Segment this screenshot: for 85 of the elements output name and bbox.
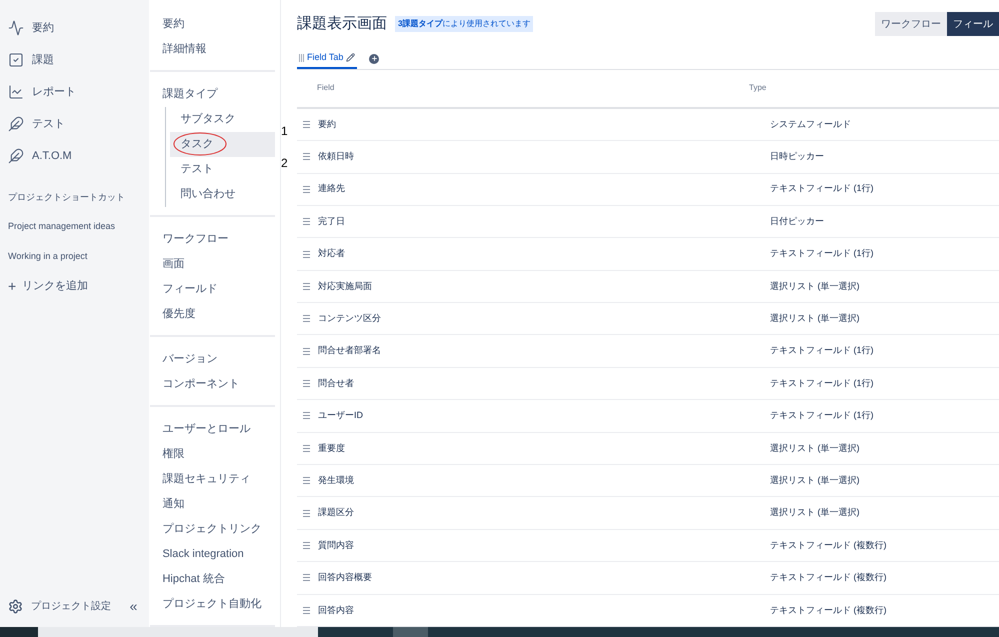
field-type: システムフィールド <box>770 118 851 131</box>
grip-icon <box>299 54 304 62</box>
sidebar-item[interactable]: テスト <box>0 108 150 140</box>
settings-icon <box>8 599 23 614</box>
sidebar-item[interactable]: 要約 <box>0 12 150 44</box>
nav-item[interactable]: テスト <box>170 157 275 182</box>
nav-item[interactable]: 権限 <box>150 442 275 467</box>
nav-item[interactable]: 要約 <box>150 12 275 37</box>
sidebar-item[interactable]: レポート <box>0 76 150 108</box>
add-link-label: リンクを追加 <box>22 278 88 294</box>
nav-item[interactable]: サブタスク <box>170 107 275 132</box>
nav-item[interactable]: 優先度 <box>150 302 275 327</box>
nav-item[interactable]: バージョン <box>150 347 275 372</box>
checkbox-icon <box>8 52 24 68</box>
nav-item[interactable]: プロジェクト自動化 <box>150 592 275 617</box>
field-type: テキストフィールド (1行) <box>770 376 874 390</box>
add-link-button[interactable]: + リンクを追加 <box>0 272 150 300</box>
field-type: 選択リスト (単一選択) <box>770 442 860 455</box>
field-name: 問合せ者 <box>318 376 355 390</box>
field-type: テキストフィールド (1行) <box>770 409 874 422</box>
page-title: 課題表示画面 <box>297 14 387 34</box>
field-type: 選択リスト (単一選択) <box>770 506 860 520</box>
field-name: 完了日 <box>318 214 346 228</box>
field-name: 発生環境 <box>318 474 355 487</box>
field-type: 選択リスト (単一選択) <box>770 312 860 326</box>
nav-item[interactable]: タスク <box>170 132 275 157</box>
section-title: プロジェクトショートカット <box>7 191 126 204</box>
field-name: 重要度 <box>318 442 346 455</box>
nav-item[interactable]: 詳細情報 <box>150 37 275 62</box>
usage-badge: 3課題タイプにより使用されています <box>395 16 534 32</box>
column-header: Field <box>317 82 336 94</box>
shortcut-link[interactable]: Working in a project <box>0 242 150 272</box>
field-name: 依頼日時 <box>318 150 355 164</box>
field-name: 回答内容 <box>318 604 355 617</box>
field-type: テキストフィールド (複数行) <box>770 571 886 584</box>
nav-item[interactable]: Slack integration <box>150 542 275 567</box>
field-name: 問合せ者部署名 <box>318 344 382 358</box>
chart-icon <box>8 84 24 100</box>
nav-item[interactable]: 問い合わせ <box>170 182 275 207</box>
field-name: 質問内容 <box>318 538 355 552</box>
field-name: 回答内容概要 <box>318 571 373 584</box>
tab[interactable]: Field Tab <box>297 48 358 69</box>
nav-item[interactable]: ワークフロー <box>150 227 275 252</box>
nav-item[interactable]: Hipchat 統合 <box>150 567 275 592</box>
sidebar-item[interactable]: A.T.O.M <box>0 140 150 172</box>
view-toggle-button[interactable]: フィール <box>947 12 999 36</box>
feather-icon <box>8 148 24 164</box>
nav-item[interactable]: 画面 <box>150 252 275 277</box>
field-name: 連絡先 <box>318 182 346 196</box>
shortcut-link[interactable]: Project management ideas <box>0 212 150 242</box>
field-type: テキストフィールド (1行) <box>770 344 874 358</box>
field-name: 要約 <box>318 118 337 131</box>
field-type: 選択リスト (単一選択) <box>770 474 860 487</box>
field-name: 対応者 <box>318 247 346 260</box>
nav-item[interactable]: 課題セキュリティ <box>150 467 275 492</box>
field-name: 課題区分 <box>318 506 355 520</box>
pulse-icon <box>8 20 24 36</box>
field-type: テキストフィールド (1行) <box>770 182 874 196</box>
collapse-button[interactable]: « <box>130 596 138 617</box>
field-name: ユーザーID <box>318 409 364 422</box>
column-header: Type <box>749 82 766 94</box>
sidebar-item[interactable]: 課題 <box>0 44 150 76</box>
add-tab-button[interactable] <box>369 54 380 64</box>
field-type: 日付ピッカー <box>770 214 824 228</box>
nav-item[interactable]: プロジェクトリンク <box>150 517 275 542</box>
tab-label: Field Tab <box>307 50 344 64</box>
plus-icon: + <box>8 276 16 296</box>
nav-item[interactable]: 通知 <box>150 492 275 517</box>
view-toggle-button[interactable]: ワークフロー <box>875 12 947 36</box>
nav-item[interactable]: フィールド <box>150 277 275 302</box>
pencil-icon <box>346 53 356 62</box>
field-type: 選択リスト (単一選択) <box>770 280 860 293</box>
settings-link[interactable]: プロジェクト設定 <box>8 599 111 614</box>
annotation-number: 2 <box>281 154 288 172</box>
field-type: テキストフィールド (複数行) <box>770 604 886 617</box>
nav-item[interactable]: 課題タイプ <box>150 82 275 107</box>
feather-icon <box>8 116 24 132</box>
field-name: コンテンツ区分 <box>318 312 382 326</box>
annotation-number: 1 <box>281 123 288 140</box>
nav-item[interactable]: ユーザーとロール <box>150 417 275 442</box>
nav-item[interactable]: コンポーネント <box>150 372 275 397</box>
field-type: テキストフィールド (複数行) <box>770 538 886 552</box>
field-type: 日時ピッカー <box>770 150 824 164</box>
field-name: 対応実施局面 <box>318 280 373 293</box>
field-type: テキストフィールド (1行) <box>770 247 874 260</box>
